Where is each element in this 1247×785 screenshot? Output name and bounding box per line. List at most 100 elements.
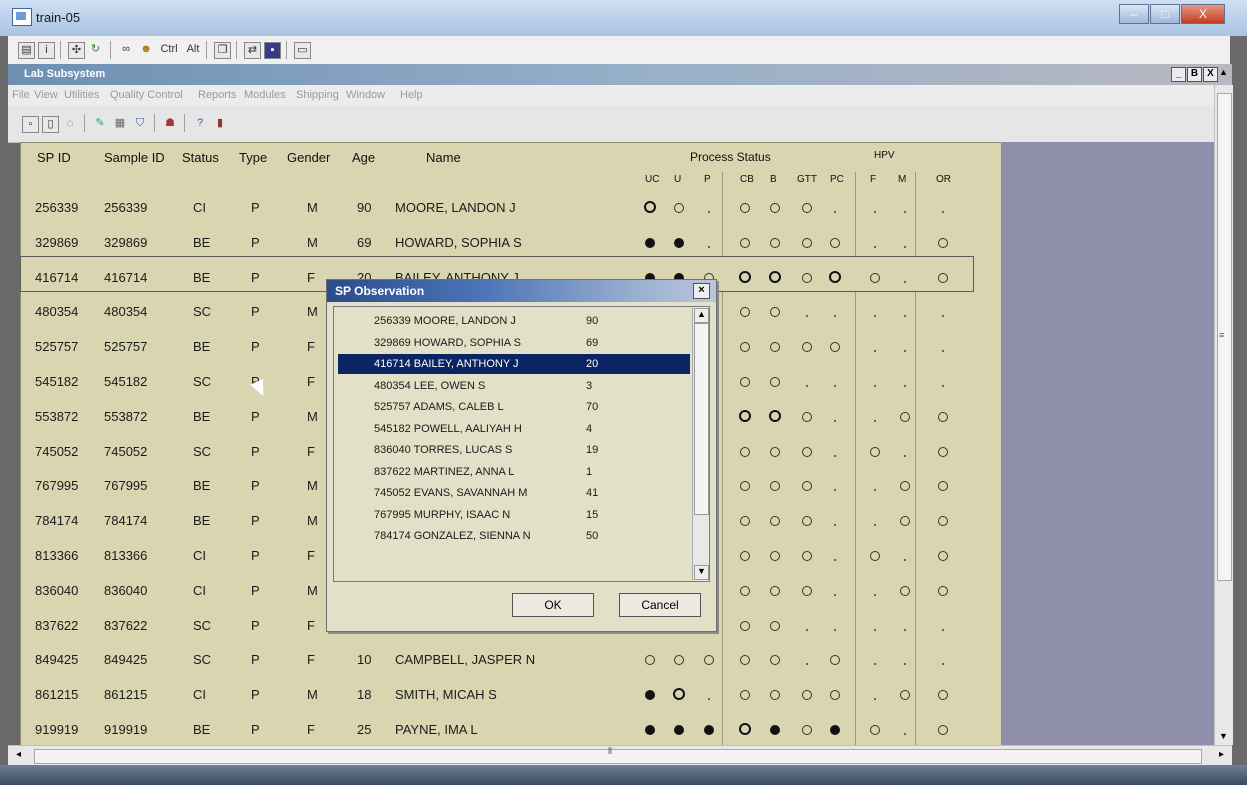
list-item[interactable]: 416714 BAILEY, ANTHONY J 20 (338, 354, 690, 374)
minimize-button[interactable]: – (1119, 4, 1149, 24)
cell-gender: M (307, 582, 318, 598)
status-mark-icon (738, 445, 752, 460)
alt-key-button[interactable]: Alt (184, 42, 202, 57)
mdi-restore-button[interactable]: B (1187, 67, 1202, 82)
cell-gender: F (307, 374, 315, 389)
sp-listbox[interactable]: 256339 MOORE, LANDON J 90 329869 HOWARD, S… (333, 306, 710, 582)
dialog-close-button[interactable]: × (693, 283, 710, 299)
menu-view[interactable]: View (34, 89, 58, 101)
menu-modules[interactable]: Modules (244, 89, 286, 101)
scroll-up-icon[interactable]: ▲ (694, 308, 709, 323)
status-mark-icon (828, 375, 842, 390)
list-item[interactable]: 784174 GONZALEZ, SIENNA N 50 (338, 526, 690, 546)
list-item-age: 90 (586, 315, 599, 327)
list-item[interactable]: 525757 ADAMS, CALEB L 70 (338, 397, 690, 417)
menu-reports[interactable]: Reports (198, 89, 237, 101)
table-row[interactable] (20, 708, 1000, 742)
listbox-scrollbar[interactable]: ▲ ▼ (692, 307, 709, 581)
properties-icon[interactable]: ▤ (18, 42, 35, 59)
menu-file[interactable]: File (12, 89, 30, 101)
list-item[interactable]: 329869 HOWARD, SOPHIA S 69 (338, 333, 690, 353)
menu-shipping[interactable]: Shipping (296, 89, 339, 101)
info-icon[interactable]: i (38, 42, 55, 59)
cell-status: BE (193, 339, 211, 355)
status-mark-icon (898, 584, 912, 599)
scroll-right-icon[interactable]: ▸ (1219, 749, 1224, 760)
table-row[interactable] (20, 673, 1000, 707)
scroll-thumb[interactable] (34, 749, 1202, 764)
list-item[interactable]: 545182 POWELL, AALIYAH H 4 (338, 419, 690, 439)
cell-sp: 480354 (35, 304, 79, 320)
list-item-name: 836040 TORRES, LUCAS S (374, 444, 513, 456)
users-icon[interactable]: ☻ (138, 42, 154, 57)
col-age[interactable]: Age (352, 150, 375, 165)
list-item[interactable]: 767995 MURPHY, ISAAC N 15 (338, 505, 690, 525)
status-mark-icon (828, 688, 842, 703)
edit-icon[interactable]: ✎ (92, 116, 108, 131)
scroll-thumb[interactable] (694, 323, 709, 515)
status-mark-icon (738, 201, 752, 216)
list-item[interactable]: 836040 TORRES, LUCAS S 19 (338, 440, 690, 460)
open-folder-icon[interactable]: ⌂ (62, 116, 78, 131)
scroll-down-icon[interactable]: ▼ (1219, 731, 1228, 741)
exit-icon[interactable]: ▮ (212, 116, 228, 131)
list-item[interactable]: 256339 MOORE, LANDON J 90 (338, 311, 690, 331)
menu-window[interactable]: Window (346, 89, 385, 101)
grid-icon[interactable]: ▦ (112, 116, 128, 131)
cell-sp: 849425 (35, 652, 79, 668)
cancel-button[interactable]: Cancel (619, 593, 701, 617)
status-mark-icon (800, 479, 814, 494)
col-sample-id[interactable]: Sample ID (104, 150, 165, 165)
status-mark-icon (898, 375, 912, 390)
maximize-button[interactable]: □ (1150, 4, 1180, 24)
cell-type: P (251, 582, 260, 598)
refresh-icon[interactable]: ↻ (88, 42, 103, 57)
new-icon[interactable]: ▫ (22, 116, 39, 133)
document-icon[interactable]: ▯ (42, 116, 59, 133)
people-icon[interactable]: ☗ (162, 116, 178, 131)
list-item[interactable]: 837622 MARTINEZ, ANNA L 1 (338, 462, 690, 482)
scroll-left-icon[interactable]: ◂ (16, 749, 21, 760)
transfer-icon[interactable]: ⇄ (244, 42, 261, 59)
list-item[interactable]: 480354 LEE, OWEN S 3 (338, 376, 690, 396)
glasses-icon[interactable]: ∞ (118, 42, 134, 57)
window-icon[interactable]: ▭ (294, 42, 311, 59)
mdi-close-button[interactable]: X (1203, 67, 1218, 82)
status-mark-icon (868, 305, 882, 320)
status-mark-icon (800, 723, 814, 738)
status-mark-icon (800, 445, 814, 460)
dialog-title: SP Observation (335, 284, 425, 298)
col-gender[interactable]: Gender (287, 150, 330, 165)
help-icon[interactable]: ? (192, 116, 208, 131)
network-icon[interactable]: ✣ (68, 42, 85, 59)
col-name[interactable]: Name (426, 150, 461, 165)
cell-type: P (251, 269, 260, 285)
menu-utilities[interactable]: Utilities (64, 89, 99, 101)
main-horizontal-scrollbar[interactable]: ◂ ⦀ ▸ (8, 745, 1232, 766)
col-status[interactable]: Status (182, 150, 219, 165)
menu-help[interactable]: Help (400, 89, 423, 101)
copy-icon[interactable]: ❐ (214, 42, 231, 59)
filter-icon[interactable]: ⛉ (132, 116, 148, 131)
col-type[interactable]: Type (239, 150, 267, 165)
main-vertical-scrollbar[interactable]: ▲ ≡ ▼ (1214, 67, 1233, 745)
col-sp-id[interactable]: SP ID (37, 150, 71, 165)
ctrl-key-button[interactable]: Ctrl (158, 42, 180, 57)
status-mark-icon (868, 479, 882, 494)
mdi-minimize-button[interactable]: _ (1171, 67, 1186, 82)
cell-sp: 553872 (35, 408, 79, 424)
menu-quality-control[interactable]: Quality Control (110, 89, 183, 101)
list-item-name: 256339 MOORE, LANDON J (374, 315, 516, 327)
list-item[interactable]: 745052 EVANS, SAVANNAH M 41 (338, 483, 690, 503)
cell-sp: 745052 (35, 443, 79, 459)
cell-sample: 837622 (104, 617, 148, 633)
status-mark-icon (868, 653, 882, 668)
close-button[interactable]: X (1181, 4, 1225, 24)
cell-gender: F (307, 443, 315, 459)
scroll-down-icon[interactable]: ▼ (694, 565, 709, 580)
scroll-up-icon[interactable]: ▲ (1219, 67, 1228, 77)
cell-sp: 861215 (35, 687, 79, 703)
save-icon[interactable]: ▪ (264, 42, 281, 59)
ok-button[interactable]: OK (512, 593, 594, 617)
status-mark-icon (672, 723, 686, 738)
